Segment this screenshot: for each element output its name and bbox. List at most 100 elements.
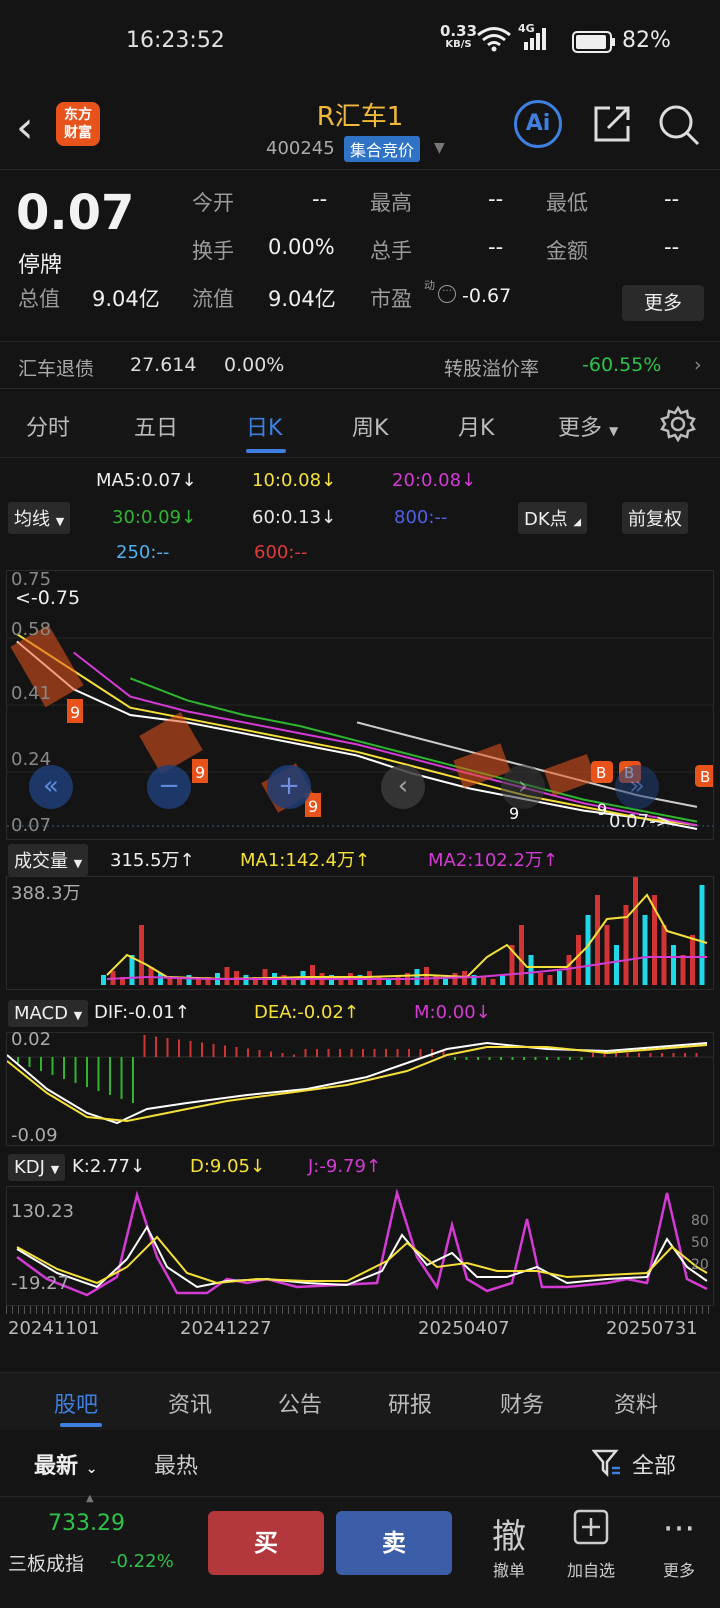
- volume-chart[interactable]: 388.3万: [6, 876, 714, 990]
- zoom-out-button[interactable]: −: [147, 765, 191, 809]
- volume-bar: [566, 955, 572, 985]
- cancel-order-button[interactable]: 撤撤单: [474, 1509, 544, 1581]
- macd-bar: [569, 1057, 571, 1060]
- macd-bar: [339, 1049, 341, 1057]
- index-name[interactable]: 三板成指: [8, 1549, 84, 1576]
- pe-superscript: 动: [424, 279, 435, 292]
- kdj-top-label: 130.23: [11, 1201, 74, 1222]
- volume-bar: [101, 975, 106, 985]
- content-tabs: 股吧 资讯 公告 研报 财务 资料: [0, 1372, 720, 1430]
- macd-bar: [465, 1057, 468, 1060]
- macd-bar: [224, 1045, 226, 1057]
- macd-bar: [385, 1049, 387, 1057]
- macd-chart[interactable]: 0.02 -0.09: [6, 1029, 714, 1146]
- macd-bar: [661, 1053, 663, 1057]
- gear-icon[interactable]: [660, 406, 696, 442]
- filter-icon[interactable]: [592, 1448, 622, 1478]
- svg-text:9: 9: [195, 763, 205, 782]
- tab-profile[interactable]: 资料: [614, 1387, 658, 1419]
- tab-weekly-k[interactable]: 周K: [352, 410, 388, 442]
- macd-bar: [649, 1053, 652, 1057]
- high-label: 最高: [370, 191, 412, 215]
- volume-bar: [642, 915, 648, 985]
- add-watchlist-button[interactable]: 加自选: [556, 1509, 626, 1581]
- volume-bar: [576, 935, 581, 985]
- macd-bar: [235, 1047, 238, 1057]
- macd-bar: [557, 1057, 560, 1060]
- kline-last-marker: 0.07->: [609, 811, 671, 832]
- sort-hot[interactable]: 最热: [154, 1448, 198, 1480]
- more-quote-button[interactable]: 更多: [622, 285, 704, 321]
- kdj-chart[interactable]: 130.23 -19.27 80 50 20: [6, 1186, 714, 1306]
- kdj-d: D:9.05↓: [190, 1156, 266, 1177]
- scroll-left-button[interactable]: ‹: [381, 765, 425, 809]
- zoom-in-button[interactable]: +: [267, 765, 311, 809]
- mktcap-label: 总值: [18, 287, 60, 311]
- macd-bar: [534, 1057, 537, 1060]
- status-time: 16:23:52: [126, 28, 225, 53]
- tab-research[interactable]: 研报: [388, 1387, 432, 1419]
- kdj-selector[interactable]: KDJ ▼: [8, 1154, 66, 1181]
- macd-bar: [51, 1057, 54, 1075]
- search-icon[interactable]: [656, 102, 702, 148]
- tab-intraday[interactable]: 分时: [26, 410, 70, 442]
- pe-value: -0.67: [462, 285, 512, 307]
- ma-line-selector[interactable]: 均线 ▼: [8, 502, 71, 534]
- volume-bar: [528, 955, 534, 985]
- price-adjust-button[interactable]: 前复权: [622, 502, 688, 534]
- macd-bar: [638, 1053, 640, 1057]
- index-value[interactable]: 733.29: [48, 1511, 125, 1536]
- volume-bar: [186, 975, 192, 985]
- macd-selector[interactable]: MACD ▼: [8, 1000, 89, 1027]
- dk-point-button[interactable]: DK点 ◢: [518, 502, 588, 534]
- convertible-bond-row[interactable]: 汇车退债 27.614 0.00% 转股溢价率 -60.55% ›: [0, 341, 720, 389]
- chevron-down-icon[interactable]: ▼: [434, 140, 445, 156]
- tab-forum[interactable]: 股吧: [54, 1387, 98, 1419]
- sell-button[interactable]: 卖: [336, 1511, 452, 1575]
- low-label: 最低: [546, 191, 588, 215]
- ma30-label: 30:0.09↓: [112, 507, 197, 528]
- kline-chart[interactable]: 9 9 9 9 9 B B B 0.75 <-0.75 0.58 0.41 0.…: [6, 569, 714, 840]
- filter-all[interactable]: 全部: [632, 1448, 676, 1480]
- svg-text:B: B: [700, 768, 710, 786]
- tab-announcements[interactable]: 公告: [278, 1387, 322, 1419]
- tab-monthly-k[interactable]: 月K: [458, 410, 494, 442]
- kline-max-marker: <-0.75: [15, 587, 81, 609]
- macd-bar: [132, 1057, 134, 1103]
- quote-panel: 0.07 停牌 今开 -- 最高 -- 最低 -- 换手 0.00% 总手 --…: [0, 171, 720, 339]
- volume-bar: [604, 925, 610, 985]
- volume-bar: [557, 971, 562, 985]
- premium-label: 转股溢价率: [444, 358, 540, 380]
- scroll-left-fast-button[interactable]: «: [29, 765, 73, 809]
- volume-indicator-selector[interactable]: 成交量 ▼: [8, 844, 89, 876]
- ma10-label: 10:0.08↓: [252, 470, 337, 491]
- tab-five-day[interactable]: 五日: [134, 410, 178, 442]
- tab-news[interactable]: 资讯: [168, 1387, 212, 1419]
- svg-text:9: 9: [308, 797, 318, 816]
- tab-more[interactable]: 更多 ▼: [558, 410, 618, 442]
- info-icon[interactable]: ···: [438, 285, 456, 303]
- kline-y-2: 0.58: [11, 619, 52, 640]
- macd-bar: [477, 1057, 479, 1060]
- volume-label: 总手: [370, 239, 412, 263]
- tab-financials[interactable]: 财务: [500, 1387, 544, 1419]
- macd-bar: [120, 1057, 123, 1099]
- tab-daily-k[interactable]: 日K: [246, 410, 282, 442]
- battery-percent: 82%: [622, 28, 671, 53]
- share-icon[interactable]: [590, 102, 634, 146]
- scroll-right-button[interactable]: ›: [501, 765, 545, 809]
- macd-top-label: 0.02: [11, 1029, 52, 1050]
- buy-button[interactable]: 买: [208, 1511, 324, 1575]
- macd-bar: [695, 1053, 698, 1057]
- stock-header: ‹ 东方 财富 R汇车1 400245 集合竞价 ▼ Ai: [0, 86, 720, 170]
- macd-bar: [63, 1057, 65, 1079]
- sort-latest[interactable]: 最新 ⌄: [34, 1448, 97, 1480]
- macd-bar: [201, 1042, 203, 1057]
- ai-button[interactable]: Ai: [514, 100, 562, 148]
- volume-bar: [595, 895, 600, 985]
- volume-bar: [661, 925, 667, 985]
- more-actions-button[interactable]: ··· 更多: [644, 1509, 714, 1581]
- macd-bar: [500, 1057, 502, 1060]
- volume-ma1: MA1:142.4万↑: [240, 850, 370, 871]
- scroll-right-fast-button[interactable]: »: [615, 765, 659, 809]
